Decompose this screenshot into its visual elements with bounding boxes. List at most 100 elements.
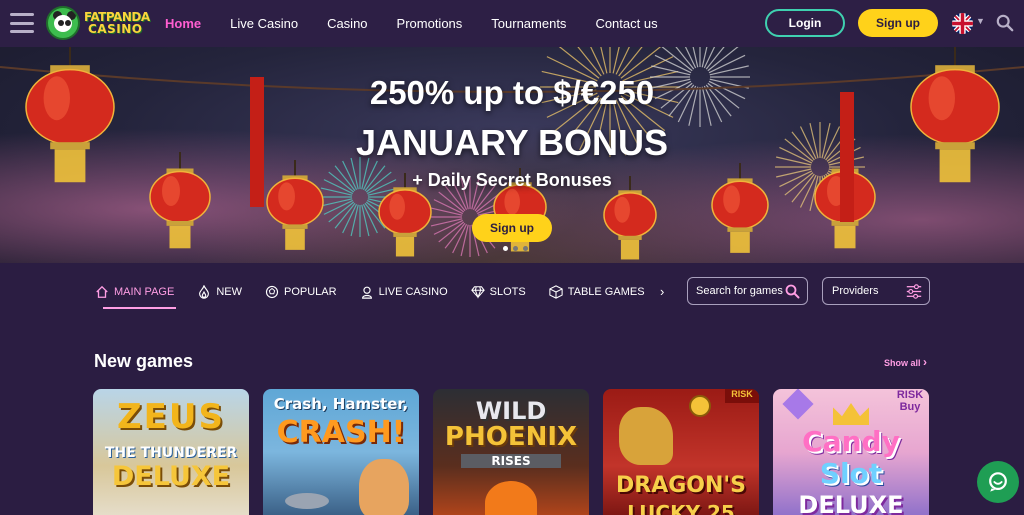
diamond-icon [470,286,485,299]
firework-spark [590,47,605,75]
hero-subtitle: JANUARY BONUS [355,122,669,163]
hero-title: 250% up to $/€250 [369,74,655,111]
dealer-icon [361,286,372,299]
game-title-line1: WILD [475,397,547,425]
tab-main-page[interactable]: MAIN PAGE [95,276,177,309]
categories-next-arrow-icon[interactable]: › [660,284,664,299]
game-title-line3: RISES [461,454,561,468]
hero-signup-button[interactable]: Sign up [472,214,552,242]
firework-spark [430,218,463,227]
tab-main-page-label: MAIN PAGE [114,286,175,298]
lantern-tassel [834,225,856,249]
firework-spark [703,47,716,69]
dragon-icon [619,407,673,465]
tab-table-games[interactable]: TABLE GAMES [549,276,645,308]
firework-spark [430,207,463,216]
live-chat-button[interactable] [977,461,1019,503]
lantern-base [618,235,642,240]
lantern-tassel [285,228,305,250]
firework-spark [577,47,602,77]
lantern-highlight [614,196,630,223]
new-games-list: ZEUS THE THUNDERER DELUXE Crash, Hamster… [93,389,929,515]
firework-spark [361,204,370,237]
nav-live-casino[interactable]: Live Casino [230,16,298,31]
game-card-zeus[interactable]: ZEUS THE THUNDERER DELUXE [93,389,249,515]
game-card-candy-slot[interactable]: RISK Buy Candy Slot DELUXE [773,389,929,515]
lantern-base [282,224,308,229]
nav-tournaments[interactable]: Tournaments [491,16,566,31]
tab-slots-label: SLOTS [489,286,526,298]
game-title-line2: PHOENIX [444,422,578,452]
panda-icon [46,6,80,40]
red-lantern [603,192,657,238]
phoenix-icon [485,481,537,515]
firework-spark [705,47,725,70]
lantern-tassel [169,225,191,249]
tab-new[interactable]: NEW [197,276,242,308]
lantern-highlight [389,193,406,220]
hero-tagline: + Daily Secret Bonuses [412,170,612,190]
fatpanda-logo[interactable]: FATPANDA CASINO [46,6,150,40]
game-search-field[interactable] [687,277,808,305]
show-all-label: Show all [884,358,921,368]
filter-sliders-icon [906,284,922,299]
game-card-dragons-lucky[interactable]: RISK DRAGON'S LUCKY 25 [603,389,759,515]
flame-icon [199,285,210,299]
tab-slots[interactable]: SLOTS [470,276,526,308]
header-signup-button[interactable]: Sign up [858,9,938,37]
tab-live-casino[interactable]: LIVE CASINO [360,276,448,308]
crown-icon [833,403,869,425]
providers-label: Providers [832,285,879,297]
uk-flag-icon[interactable] [952,13,973,34]
game-title-line3: DELUXE [798,491,904,515]
lantern-base [727,227,753,232]
chat-bubble-icon [989,472,1007,492]
nav-casino[interactable]: Casino [327,16,367,31]
top-header: FATPANDA CASINO Home Live Casino Casino … [0,0,1024,47]
game-card-wild-phoenix[interactable]: WILD PHOENIX RISES [433,389,589,515]
lantern-base [393,232,417,237]
firework-spark [460,224,469,257]
firework-spark [675,47,695,70]
hamster-icon [359,459,409,515]
home-icon [96,285,108,298]
game-title-line1: Crash, Hamster, [273,395,409,413]
ball-icon [265,285,279,299]
carousel-dot-2[interactable] [513,246,518,251]
chevron-right-icon: › [923,355,928,369]
game-title-line1: ZEUS [117,397,225,437]
carousel-dot-3[interactable] [523,246,528,251]
lantern-highlight [504,188,520,215]
nav-contact-us[interactable]: Contact us [595,16,657,31]
hamburger-menu-icon[interactable] [10,13,34,33]
firework-spark [350,204,359,237]
new-games-title: New games [94,351,194,371]
game-title-line2: Slot [819,457,883,490]
lantern-base [166,221,194,226]
nav-promotions[interactable]: Promotions [397,16,463,31]
login-button[interactable]: Login [765,9,845,37]
providers-filter-button[interactable]: Providers [822,277,930,305]
firework-spark [615,47,630,75]
magnifier-icon[interactable] [785,284,800,299]
show-all-link[interactable]: Show all › [884,355,927,369]
carousel-dot-1[interactable] [503,246,508,251]
game-title-line2: CRASH! [276,415,406,450]
tab-popular-label: POPULAR [283,286,337,298]
nav-home[interactable]: Home [165,16,201,31]
risk-buy-badge: RISK Buy [896,389,924,413]
game-card-crash-hamster[interactable]: Crash, Hamster, CRASH! [263,389,419,515]
red-lantern [378,189,432,235]
tab-new-label: NEW [216,286,242,298]
main-nav: Home Live Casino Casino Promotions Tourn… [165,0,687,47]
language-chevron-down-icon[interactable]: ▼ [976,16,985,26]
game-title-line3: DELUXE [111,461,231,492]
firework-spark [618,47,643,77]
search-icon[interactable] [996,14,1014,32]
tab-live-casino-label: LIVE CASINO [378,286,448,298]
tab-popular[interactable]: POPULAR [265,276,337,308]
lantern-tassel [620,239,640,260]
game-search-input[interactable] [696,285,786,297]
dice-icon [549,285,563,299]
logo-text-line2: CASINO [88,22,143,36]
